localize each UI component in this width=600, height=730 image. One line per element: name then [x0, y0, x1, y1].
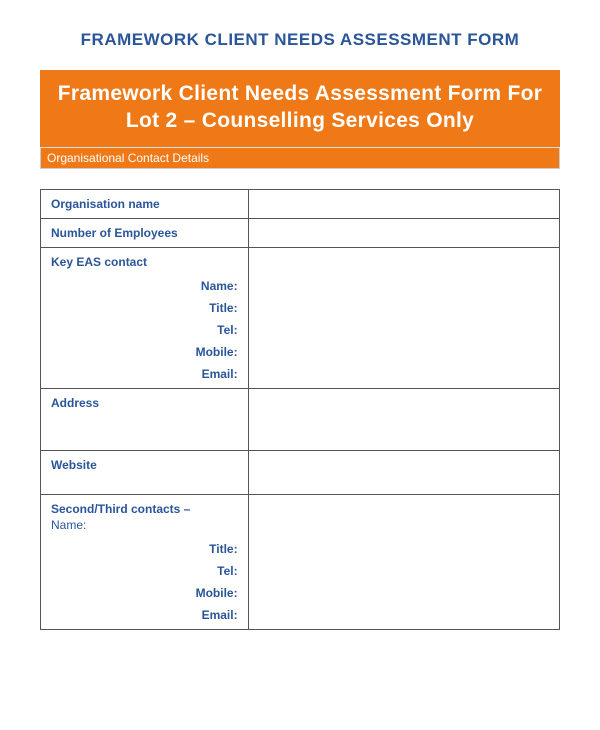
email-sublabel: Email: [51, 367, 238, 381]
section-header: Organisational Contact Details [40, 147, 560, 169]
key-eas-value[interactable] [248, 247, 559, 388]
mobile-sublabel2: Mobile: [51, 586, 238, 600]
org-name-value[interactable] [248, 189, 559, 218]
second-third-main: Second/Third contacts – [51, 502, 238, 516]
second-third-label: Second/Third contacts – Name: Title: Tel… [41, 494, 249, 629]
num-employees-label: Number of Employees [41, 218, 249, 247]
email-sublabel2: Email: [51, 608, 238, 622]
table-row: Second/Third contacts – Name: Title: Tel… [41, 494, 560, 629]
second-name-sublabel: Name: [51, 518, 238, 532]
table-row: Organisation name [41, 189, 560, 218]
page-title: FRAMEWORK CLIENT NEEDS ASSESSMENT FORM [40, 30, 560, 50]
table-row: Key EAS contact Name: Title: Tel: Mobile… [41, 247, 560, 388]
table-row: Number of Employees [41, 218, 560, 247]
org-name-label: Organisation name [41, 189, 249, 218]
table-row: Address [41, 388, 560, 450]
title-sublabel: Title: [51, 301, 238, 315]
website-label: Website [41, 450, 249, 494]
mobile-sublabel: Mobile: [51, 345, 238, 359]
address-label: Address [41, 388, 249, 450]
name-sublabel: Name: [51, 279, 238, 293]
key-eas-main: Key EAS contact [51, 255, 238, 269]
title-sublabel2: Title: [51, 542, 238, 556]
spacer [40, 169, 560, 189]
address-value[interactable] [248, 388, 559, 450]
tel-sublabel: Tel: [51, 323, 238, 337]
contact-details-table: Organisation name Number of Employees Ke… [40, 189, 560, 630]
num-employees-value[interactable] [248, 218, 559, 247]
banner-title: Framework Client Needs Assessment Form F… [40, 70, 560, 147]
tel-sublabel2: Tel: [51, 564, 238, 578]
key-eas-label: Key EAS contact Name: Title: Tel: Mobile… [41, 247, 249, 388]
table-row: Website [41, 450, 560, 494]
second-third-value[interactable] [248, 494, 559, 629]
website-value[interactable] [248, 450, 559, 494]
